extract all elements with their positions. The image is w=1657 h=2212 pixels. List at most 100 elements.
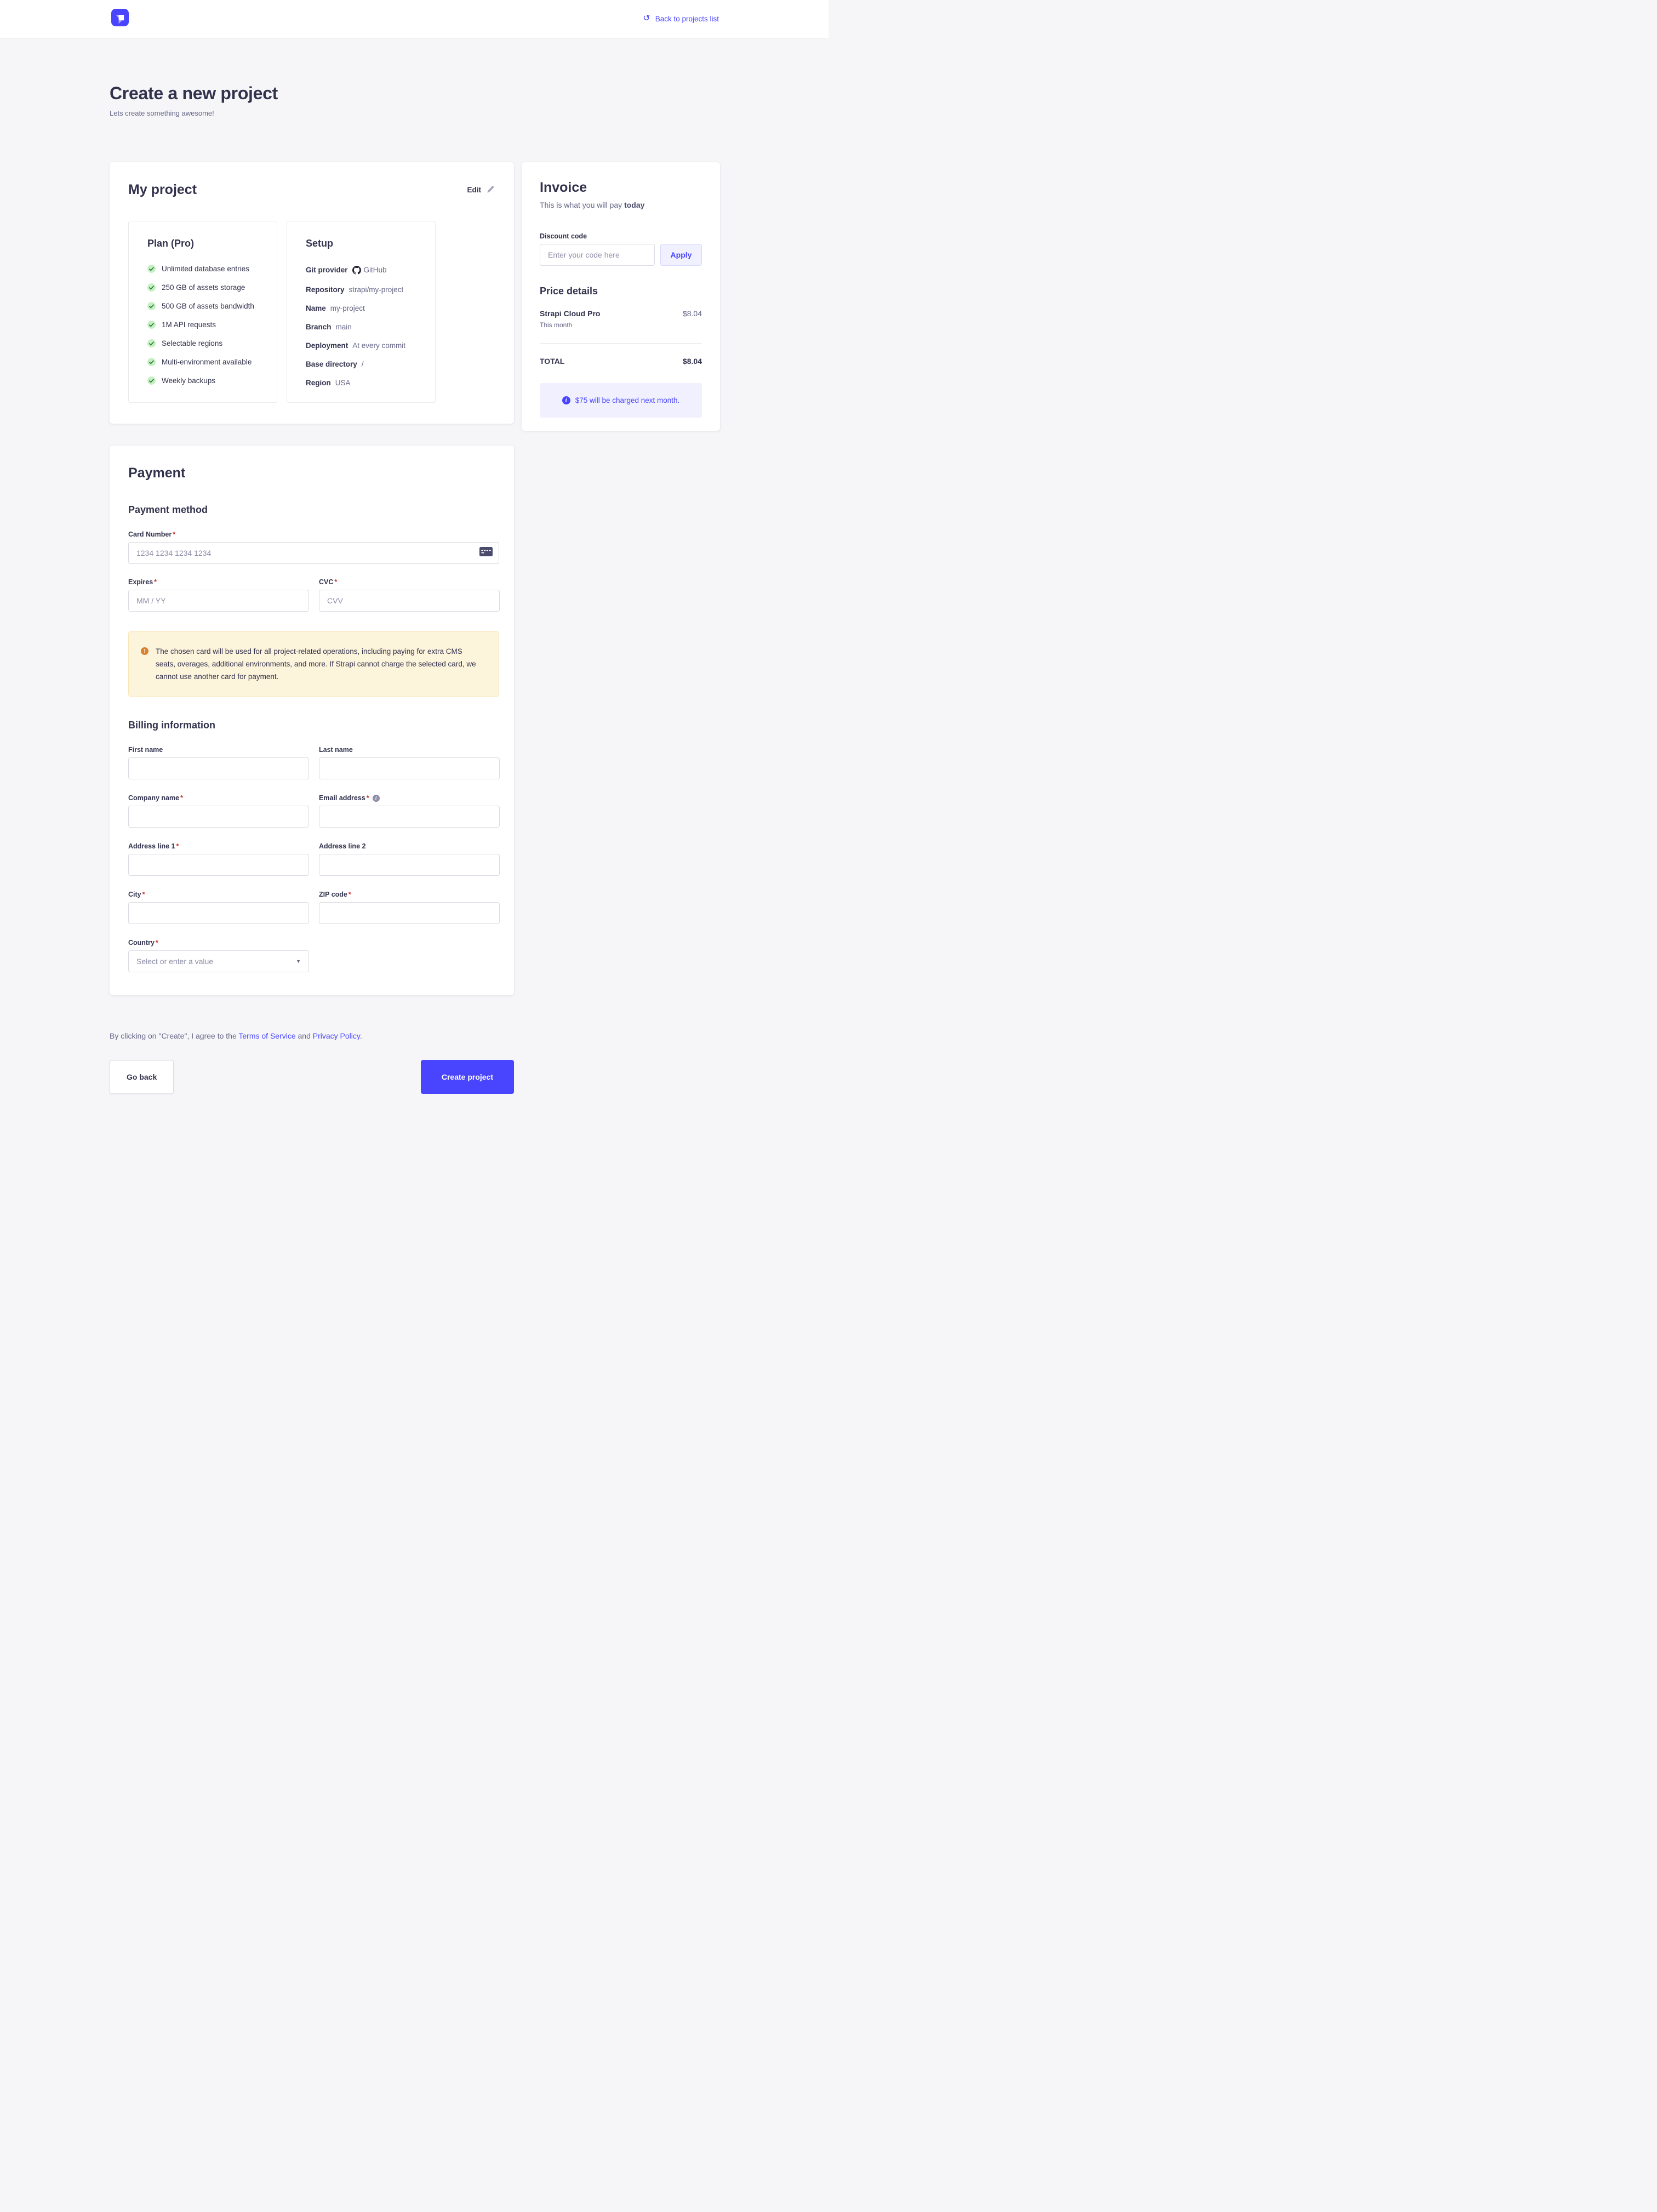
select-placeholder: Select or enter a value: [136, 957, 213, 966]
setup-card-title: Setup: [306, 238, 419, 249]
billing-field-first-name: First name: [128, 731, 309, 779]
setup-row: DeploymentAt every commit: [306, 341, 419, 350]
card-number-input[interactable]: [128, 542, 499, 564]
address-line-1-input[interactable]: [128, 854, 309, 876]
edit-button-label: Edit: [467, 186, 482, 194]
info-icon: i: [373, 795, 380, 802]
setup-row: Branch main: [306, 323, 419, 331]
expires-label: Expires*: [128, 578, 309, 586]
plan-feature-label: 500 GB of assets bandwidth: [162, 302, 254, 310]
exclamation-icon: !: [141, 647, 148, 655]
setup-row-value: /: [362, 360, 364, 368]
back-link-label: Back to projects list: [655, 15, 719, 23]
plan-feature-label: 250 GB of assets storage: [162, 283, 245, 292]
cvc-input[interactable]: [319, 590, 500, 612]
required-asterisk: *: [154, 578, 157, 586]
setup-row: Name my-project: [306, 304, 419, 312]
setup-row-value: strapi/my-project: [349, 286, 404, 294]
setup-rows: Git providerGitHubRepositorystrapi/my-pr…: [306, 265, 419, 387]
invoice-subtitle: This is what you will pay today: [540, 201, 702, 209]
required-asterisk: *: [173, 531, 175, 538]
plan-feature: Selectable regions: [147, 339, 260, 347]
setup-row-value: main: [336, 323, 352, 331]
cvc-label: CVC*: [319, 578, 500, 586]
payment-card: Payment Payment method Card Number*: [110, 446, 514, 995]
check-circle-icon: [147, 339, 156, 347]
line-item-amount: $8.04: [683, 309, 702, 329]
invoice-panel: Invoice This is what you will pay today …: [522, 162, 720, 431]
setup-row: Region USA: [306, 379, 419, 387]
billing-field-last-name: Last name: [319, 731, 500, 779]
setup-row-label: Region: [306, 379, 331, 387]
go-back-button[interactable]: Go back: [110, 1060, 174, 1094]
last-name-label: Last name: [319, 746, 500, 754]
line-item-period: This month: [540, 321, 600, 329]
discount-code-input[interactable]: [540, 244, 655, 266]
plan-feature-label: Unlimited database entries: [162, 265, 249, 273]
country-select[interactable]: Select or enter a value▼: [128, 950, 309, 972]
required-asterisk: *: [367, 794, 369, 802]
required-asterisk: *: [334, 578, 337, 586]
billing-field-address-line-2: Address line 2: [319, 828, 500, 876]
country-label: Country*: [128, 939, 309, 947]
billing-field-email-address: Email address*i: [319, 779, 500, 828]
price-details-title: Price details: [540, 286, 702, 297]
info-icon: i: [562, 396, 570, 404]
plan-feature: 500 GB of assets bandwidth: [147, 302, 260, 310]
billing-field-zip-code: ZIP code*: [319, 876, 500, 924]
company-name-input[interactable]: [128, 806, 309, 828]
address-line-1-label: Address line 1*: [128, 842, 309, 850]
plan-feature: Multi-environment available: [147, 358, 260, 366]
billing-information-title: Billing information: [128, 720, 499, 731]
card-usage-warning-text: The chosen card will be used for all pro…: [156, 645, 482, 683]
plan-feature-label: Selectable regions: [162, 339, 222, 347]
setup-row-value: my-project: [330, 304, 365, 312]
address-line-2-input[interactable]: [319, 854, 500, 876]
last-name-input[interactable]: [319, 757, 500, 779]
billing-field-address-line-1: Address line 1*: [128, 828, 309, 876]
setup-row-value: USA: [335, 379, 351, 387]
page-head: Create a new project Lets create somethi…: [110, 83, 720, 117]
apply-button[interactable]: Apply: [660, 244, 702, 266]
city-label: City*: [128, 891, 309, 898]
setup-row-label: Branch: [306, 323, 332, 331]
check-circle-icon: [147, 265, 156, 273]
page-title: Create a new project: [110, 83, 720, 104]
required-asterisk: *: [156, 939, 158, 947]
total-amount: $8.04: [683, 357, 702, 366]
setup-row-label: Repository: [306, 286, 345, 294]
next-month-notice: i $75 will be charged next month.: [540, 383, 702, 418]
setup-row: Repository strapi/my-project: [306, 286, 419, 294]
terms-of-service-link[interactable]: Terms of Service: [238, 1031, 295, 1040]
plan-feature: Unlimited database entries: [147, 265, 260, 273]
zip-code-input[interactable]: [319, 902, 500, 924]
edit-button[interactable]: Edit: [467, 185, 495, 195]
company-name-label: Company name*: [128, 794, 309, 802]
plan-feature-list: Unlimited database entries 250 GB of asse…: [147, 265, 260, 385]
github-icon: [352, 266, 361, 276]
payment-title: Payment: [128, 465, 499, 481]
address-line-2-label: Address line 2: [319, 842, 500, 850]
setup-row-label: Git provider: [306, 266, 348, 274]
check-circle-icon: [147, 283, 156, 292]
check-circle-icon: [147, 377, 156, 385]
project-card-title: My project: [128, 182, 197, 198]
setup-row-label: Base directory: [306, 360, 357, 368]
expires-input[interactable]: [128, 590, 309, 612]
email-address-input[interactable]: [319, 806, 500, 828]
setup-row-value: At every commit: [352, 341, 405, 350]
privacy-policy-link[interactable]: Privacy Policy: [313, 1031, 360, 1040]
setup-card: Setup Git providerGitHubRepositorystrapi…: [287, 221, 436, 403]
required-asterisk: *: [348, 891, 351, 898]
city-input[interactable]: [128, 902, 309, 924]
invoice-line-item: Strapi Cloud Pro This month $8.04: [540, 309, 702, 329]
required-asterisk: *: [180, 794, 183, 802]
invoice-divider: [540, 343, 702, 344]
plan-feature: 250 GB of assets storage: [147, 283, 260, 292]
first-name-input[interactable]: [128, 757, 309, 779]
plan-feature-label: Multi-environment available: [162, 358, 252, 366]
plan-card-title: Plan (Pro): [147, 238, 260, 249]
back-to-projects-link[interactable]: ↺ Back to projects list: [643, 15, 719, 24]
setup-row-label: Name: [306, 304, 326, 312]
create-project-button[interactable]: Create project: [421, 1060, 514, 1094]
